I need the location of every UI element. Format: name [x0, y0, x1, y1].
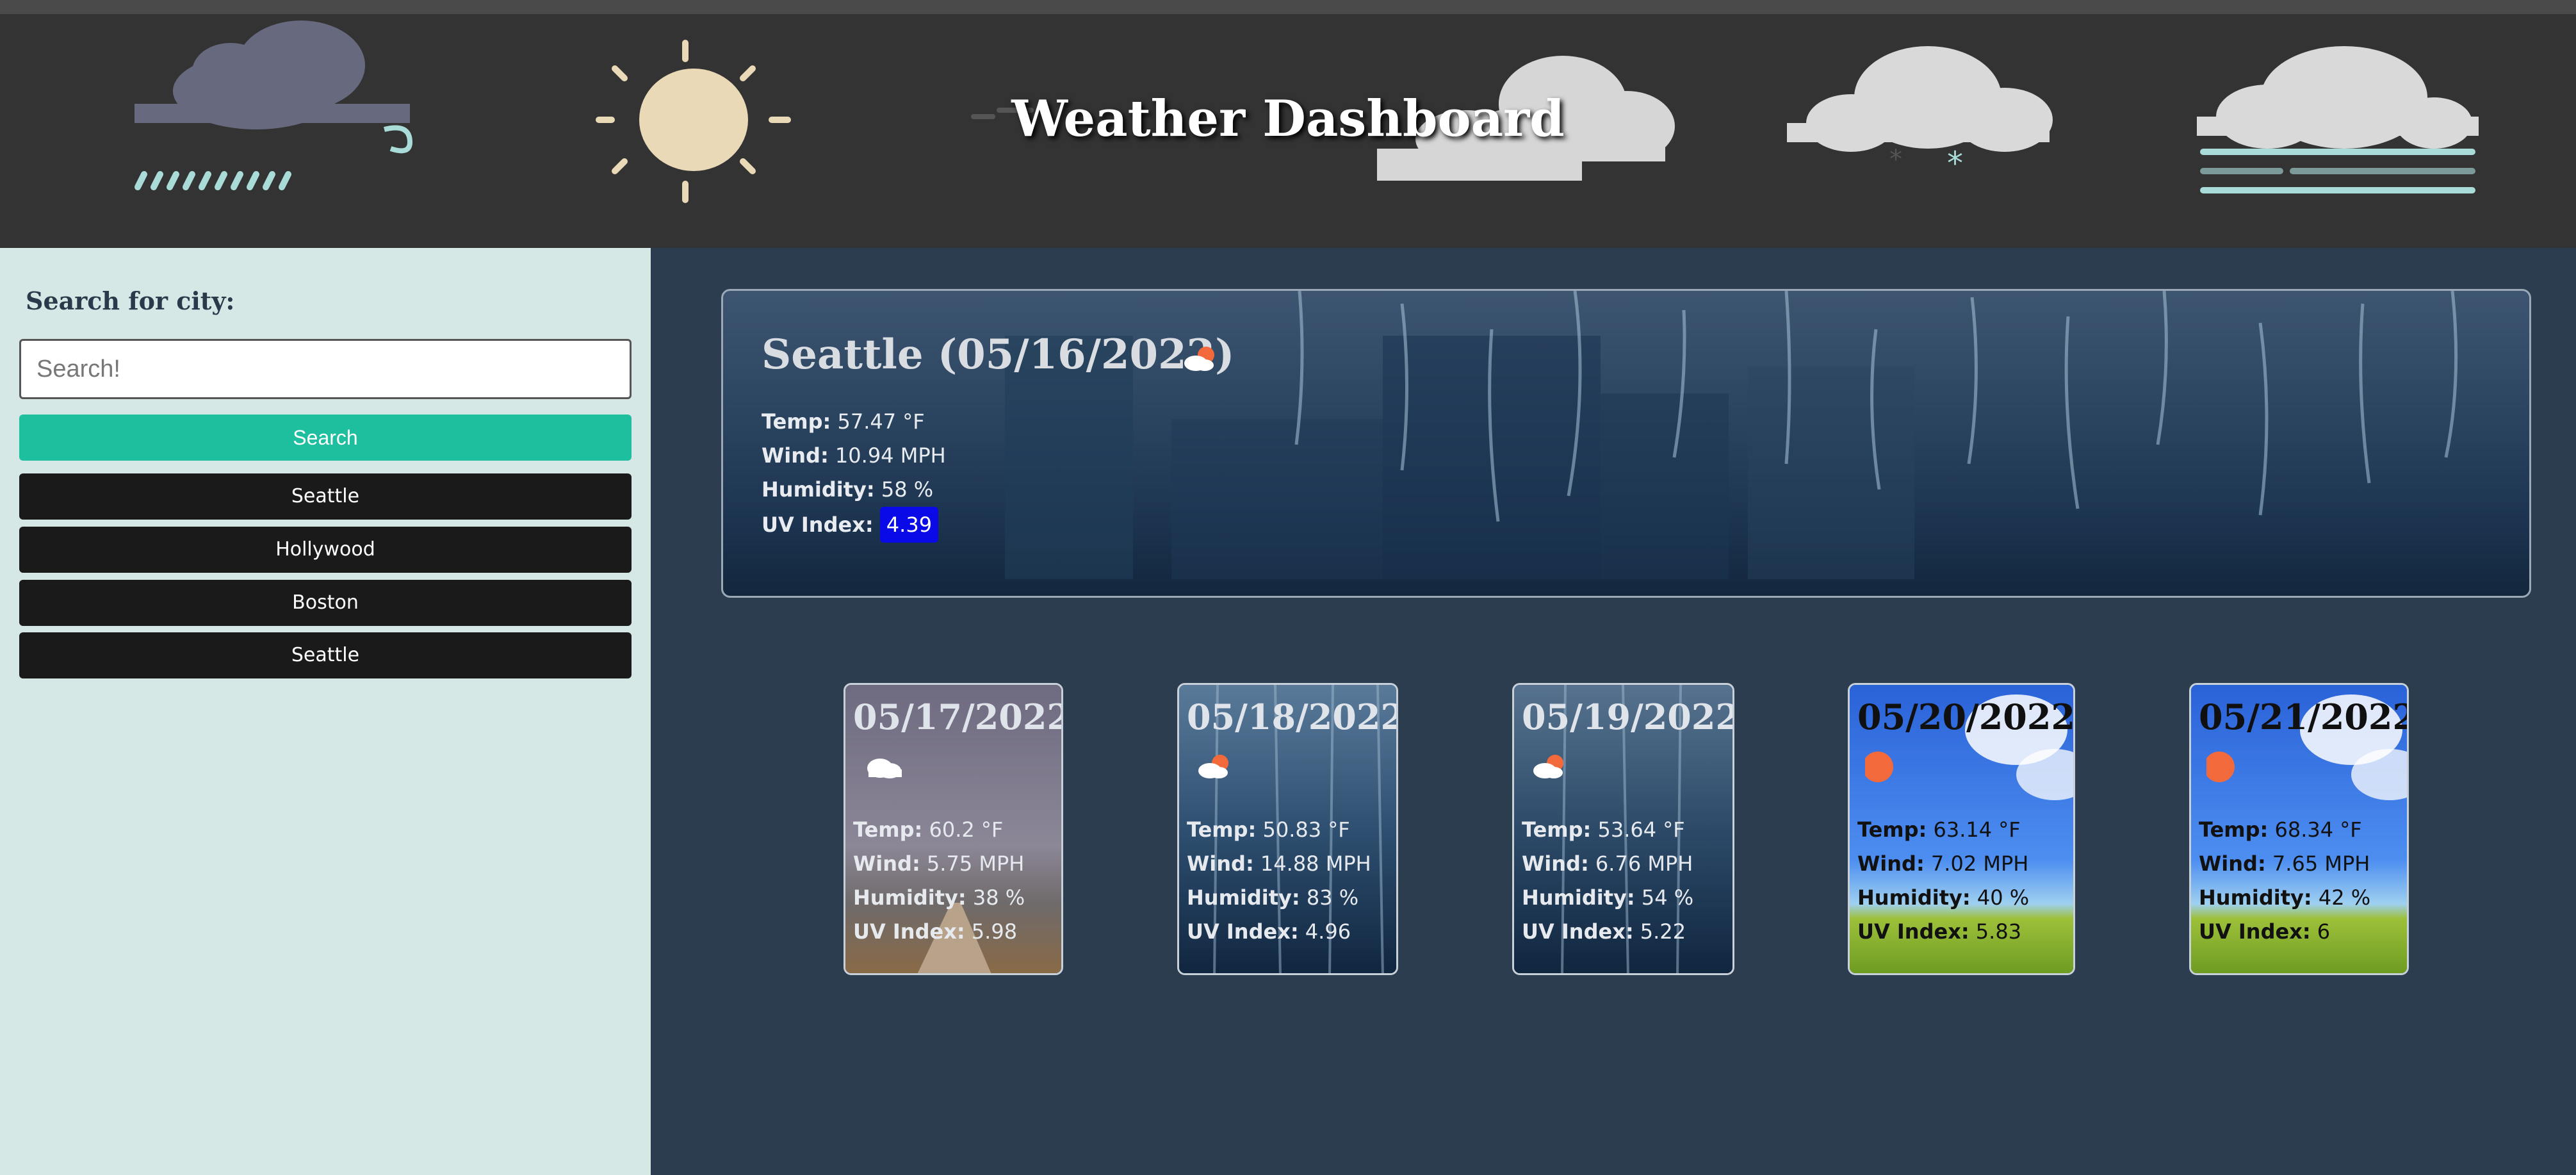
- forecast-stats: Temp: 50.83 °F Wind: 14.88 MPH Humidity:…: [1187, 813, 1371, 949]
- current-temp: Temp: 57.47 °F: [762, 409, 925, 434]
- forecast-card-4: 05/20/2022 Temp: 63.14 °F Wind: 7.02 MPH…: [1848, 683, 2075, 975]
- current-stats: Temp: 57.47 °F Wind: 10.94 MPH Humidity:…: [762, 405, 946, 543]
- forecast-date: 05/19/2022: [1522, 696, 1734, 737]
- forecast-stats: Temp: 53.64 °F Wind: 6.76 MPH Humidity: …: [1522, 813, 1693, 949]
- forecast-uv: UV Index: 5.83: [1857, 919, 2022, 944]
- forecast-card-1: 05/17/2022 Temp: 60.2 °F Wind: 5.75 MPH …: [844, 683, 1063, 975]
- forecast-temp: Temp: 50.83 °F: [1187, 818, 1350, 842]
- search-label: Search for city:: [26, 286, 235, 315]
- forecast-wind: Wind: 5.75 MPH: [853, 851, 1025, 876]
- forecast-uv: UV Index: 5.98: [853, 919, 1018, 944]
- current-wind: Wind: 10.94 MPH: [762, 443, 946, 468]
- current-uv: UV Index: 4.39: [762, 507, 946, 543]
- page-title: Weather Dashboard: [1011, 90, 1565, 148]
- search-input[interactable]: Search!: [19, 339, 632, 399]
- history-button-seattle[interactable]: Seattle: [19, 473, 632, 520]
- forecast-date: 05/17/2022: [853, 696, 1063, 737]
- forecast-temp: Temp: 68.34 °F: [2199, 818, 2362, 842]
- header: * * Weather Dashboard: [0, 14, 2576, 248]
- history-button-seattle-2[interactable]: Seattle: [19, 632, 632, 678]
- forecast-date: 05/18/2022: [1187, 696, 1398, 737]
- cloud-icon: [867, 759, 902, 778]
- forecast-stats: Temp: 60.2 °F Wind: 5.75 MPH Humidity: 3…: [853, 813, 1025, 949]
- sidebar: Search for city: Search! Search Seattle …: [0, 248, 651, 1175]
- svg-text:*: *: [1889, 145, 1902, 174]
- forecast-uv: UV Index: 5.22: [1522, 919, 1686, 944]
- forecast-card-3: 05/19/2022 Temp: 53.64 °F Wind: 6.76 MPH…: [1512, 683, 1734, 975]
- forecast-temp: Temp: 60.2 °F: [853, 818, 1004, 842]
- forecast-temp: Temp: 53.64 °F: [1522, 818, 1685, 842]
- forecast-uv: UV Index: 4.96: [1187, 919, 1351, 944]
- history-button-boston[interactable]: Boston: [19, 580, 632, 626]
- partly-cloudy-sun-icon: [1184, 347, 1214, 371]
- forecast-stats: Temp: 68.34 °F Wind: 7.65 MPH Humidity: …: [2199, 813, 2370, 949]
- forecast-wind: Wind: 7.65 MPH: [2199, 851, 2370, 876]
- forecast-humidity: Humidity: 42 %: [2199, 885, 2371, 910]
- forecast-stats: Temp: 63.14 °F Wind: 7.02 MPH Humidity: …: [1857, 813, 2029, 949]
- forecast-wind: Wind: 6.76 MPH: [1522, 851, 1693, 876]
- forecast-humidity: Humidity: 54 %: [1522, 885, 1694, 910]
- forecast-date: 05/20/2022: [1857, 696, 2075, 737]
- partly-cloudy-sun-icon: [1198, 755, 1228, 778]
- current-humidity: Humidity: 58 %: [762, 477, 934, 502]
- forecast-wind: Wind: 14.88 MPH: [1187, 851, 1371, 876]
- current-city-date: Seattle (05/16/2022): [762, 331, 1235, 379]
- forecast-humidity: Humidity: 40 %: [1857, 885, 2030, 910]
- history-button-hollywood[interactable]: Hollywood: [19, 527, 632, 573]
- uv-index-badge: 4.39: [879, 507, 939, 543]
- forecast-uv: UV Index: 6: [2199, 919, 2331, 944]
- current-weather-card: Seattle (05/16/2022) Temp: 57.47 °F Wind…: [721, 289, 2531, 598]
- forecast-card-5: 05/21/2022 Temp: 68.34 °F Wind: 7.65 MPH…: [2189, 683, 2409, 975]
- forecast-card-2: 05/18/2022 Temp: 50.83 °F Wind: 14.88 MP…: [1177, 683, 1398, 975]
- forecast-date: 05/21/2022: [2199, 696, 2409, 737]
- browser-chrome-strip: [0, 0, 2576, 14]
- sun-icon: [1865, 752, 1893, 782]
- forecast-humidity: Humidity: 38 %: [853, 885, 1025, 910]
- forecast-humidity: Humidity: 83 %: [1187, 885, 1359, 910]
- forecast-wind: Wind: 7.02 MPH: [1857, 851, 2029, 876]
- svg-text:*: *: [1947, 145, 1963, 182]
- partly-cloudy-sun-icon: [1533, 755, 1563, 778]
- search-button[interactable]: Search: [19, 415, 632, 461]
- forecast-temp: Temp: 63.14 °F: [1857, 818, 2021, 842]
- sun-icon: [2206, 752, 2235, 782]
